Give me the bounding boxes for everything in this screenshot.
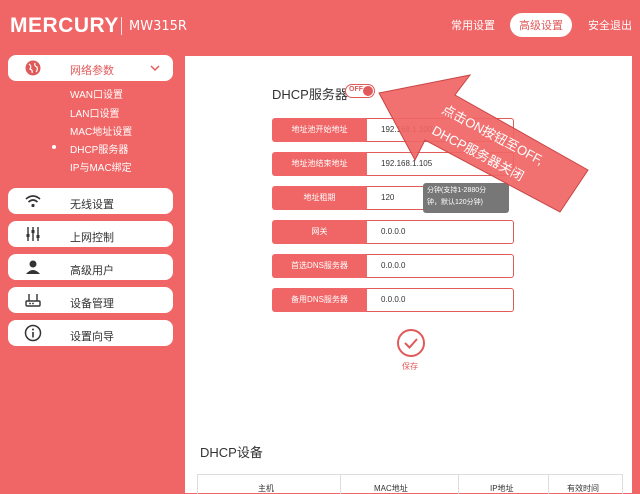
- submenu-ip-mac-binding[interactable]: IP与MAC绑定: [70, 159, 132, 174]
- sidebar-item-network[interactable]: 网络参数: [8, 55, 173, 81]
- top-header: MERCURY MW315R 常用设置 高级设置 安全退出: [0, 0, 640, 52]
- save-button[interactable]: [397, 329, 425, 357]
- sidebar-item-device-management[interactable]: 设备管理: [8, 287, 173, 313]
- col-divider: [548, 475, 549, 494]
- check-icon: [404, 338, 418, 349]
- sidebar-item-advanced-users[interactable]: 高级用户: [8, 254, 173, 280]
- sidebar-item-setup-wizard[interactable]: 设置向导: [8, 320, 173, 346]
- pool-end-label: 地址池结束地址: [272, 152, 367, 176]
- submenu-wan[interactable]: WAN口设置: [70, 86, 123, 101]
- chevron-down-icon: [150, 65, 160, 72]
- sidebar-label-access-control: 上网控制: [70, 232, 114, 244]
- lease-time-tooltip: 分钟(支持1-2880分 钟，默认120分钟): [423, 183, 509, 213]
- submenu-lan[interactable]: LAN口设置: [70, 105, 119, 120]
- dhcp-toggle[interactable]: OFF: [345, 84, 375, 98]
- globe-icon: [25, 60, 41, 76]
- secondary-dns-label: 备用DNS服务器: [272, 288, 367, 312]
- save-label: 保存: [402, 362, 418, 371]
- lease-time-label: 地址租期: [272, 186, 367, 210]
- dhcp-toggle-label: OFF: [349, 86, 363, 93]
- dhcp-server-title: DHCP服务器: [272, 87, 348, 102]
- col-host: 主机: [258, 484, 274, 493]
- col-ip: IP地址: [490, 484, 514, 493]
- col-divider: [458, 475, 459, 494]
- toggle-knob: [363, 86, 373, 96]
- col-valid-time: 有效时间: [567, 484, 599, 493]
- submenu-dhcp[interactable]: DHCP服务器: [70, 141, 128, 156]
- col-mac: MAC地址: [374, 484, 408, 493]
- primary-dns-input[interactable]: 0.0.0.0: [367, 254, 514, 278]
- tooltip-line-2: 钟，默认120分钟): [427, 199, 484, 206]
- nav-logout[interactable]: 安全退出: [588, 17, 632, 33]
- router-icon: [25, 294, 41, 307]
- dhcp-devices-title: DHCP设备: [200, 445, 263, 460]
- active-bullet: [52, 145, 56, 149]
- nav-common-settings[interactable]: 常用设置: [451, 17, 495, 33]
- sidebar-label-wireless: 无线设置: [70, 199, 114, 211]
- sidebar-label-setup-wizard: 设置向导: [70, 331, 114, 343]
- user-icon: [26, 260, 40, 274]
- submenu-mac[interactable]: MAC地址设置: [70, 123, 132, 138]
- sidebar-item-wireless[interactable]: 无线设置: [8, 188, 173, 214]
- gateway-input[interactable]: 0.0.0.0: [367, 220, 514, 244]
- info-icon: [24, 324, 42, 342]
- sliders-icon: [26, 227, 40, 241]
- secondary-dns-input[interactable]: 0.0.0.0: [367, 288, 514, 312]
- brand-logo: MERCURY: [10, 14, 119, 37]
- logo-divider: [121, 17, 122, 35]
- gateway-label: 网关: [272, 220, 367, 244]
- nav-advanced-settings[interactable]: 高级设置: [510, 13, 572, 37]
- sidebar-item-access-control[interactable]: 上网控制: [8, 221, 173, 247]
- col-divider: [340, 475, 341, 494]
- primary-dns-label: 首选DNS服务器: [272, 254, 367, 278]
- dhcp-devices-table-header: 主机 MAC地址 IP地址 有效时间: [197, 474, 623, 494]
- tooltip-line-1: 分钟(支持1-2880分: [427, 187, 487, 194]
- network-submenu: WAN口设置 LAN口设置 MAC地址设置 DHCP服务器 IP与MAC绑定: [8, 86, 173, 182]
- sidebar-label-device-management: 设备管理: [70, 298, 114, 310]
- sidebar-label-network: 网络参数: [70, 65, 114, 77]
- sidebar-label-advanced-users: 高级用户: [70, 265, 114, 277]
- model-name: MW315R: [129, 19, 187, 34]
- wifi-icon: [25, 195, 41, 208]
- pool-start-label: 地址池开始地址: [272, 118, 367, 142]
